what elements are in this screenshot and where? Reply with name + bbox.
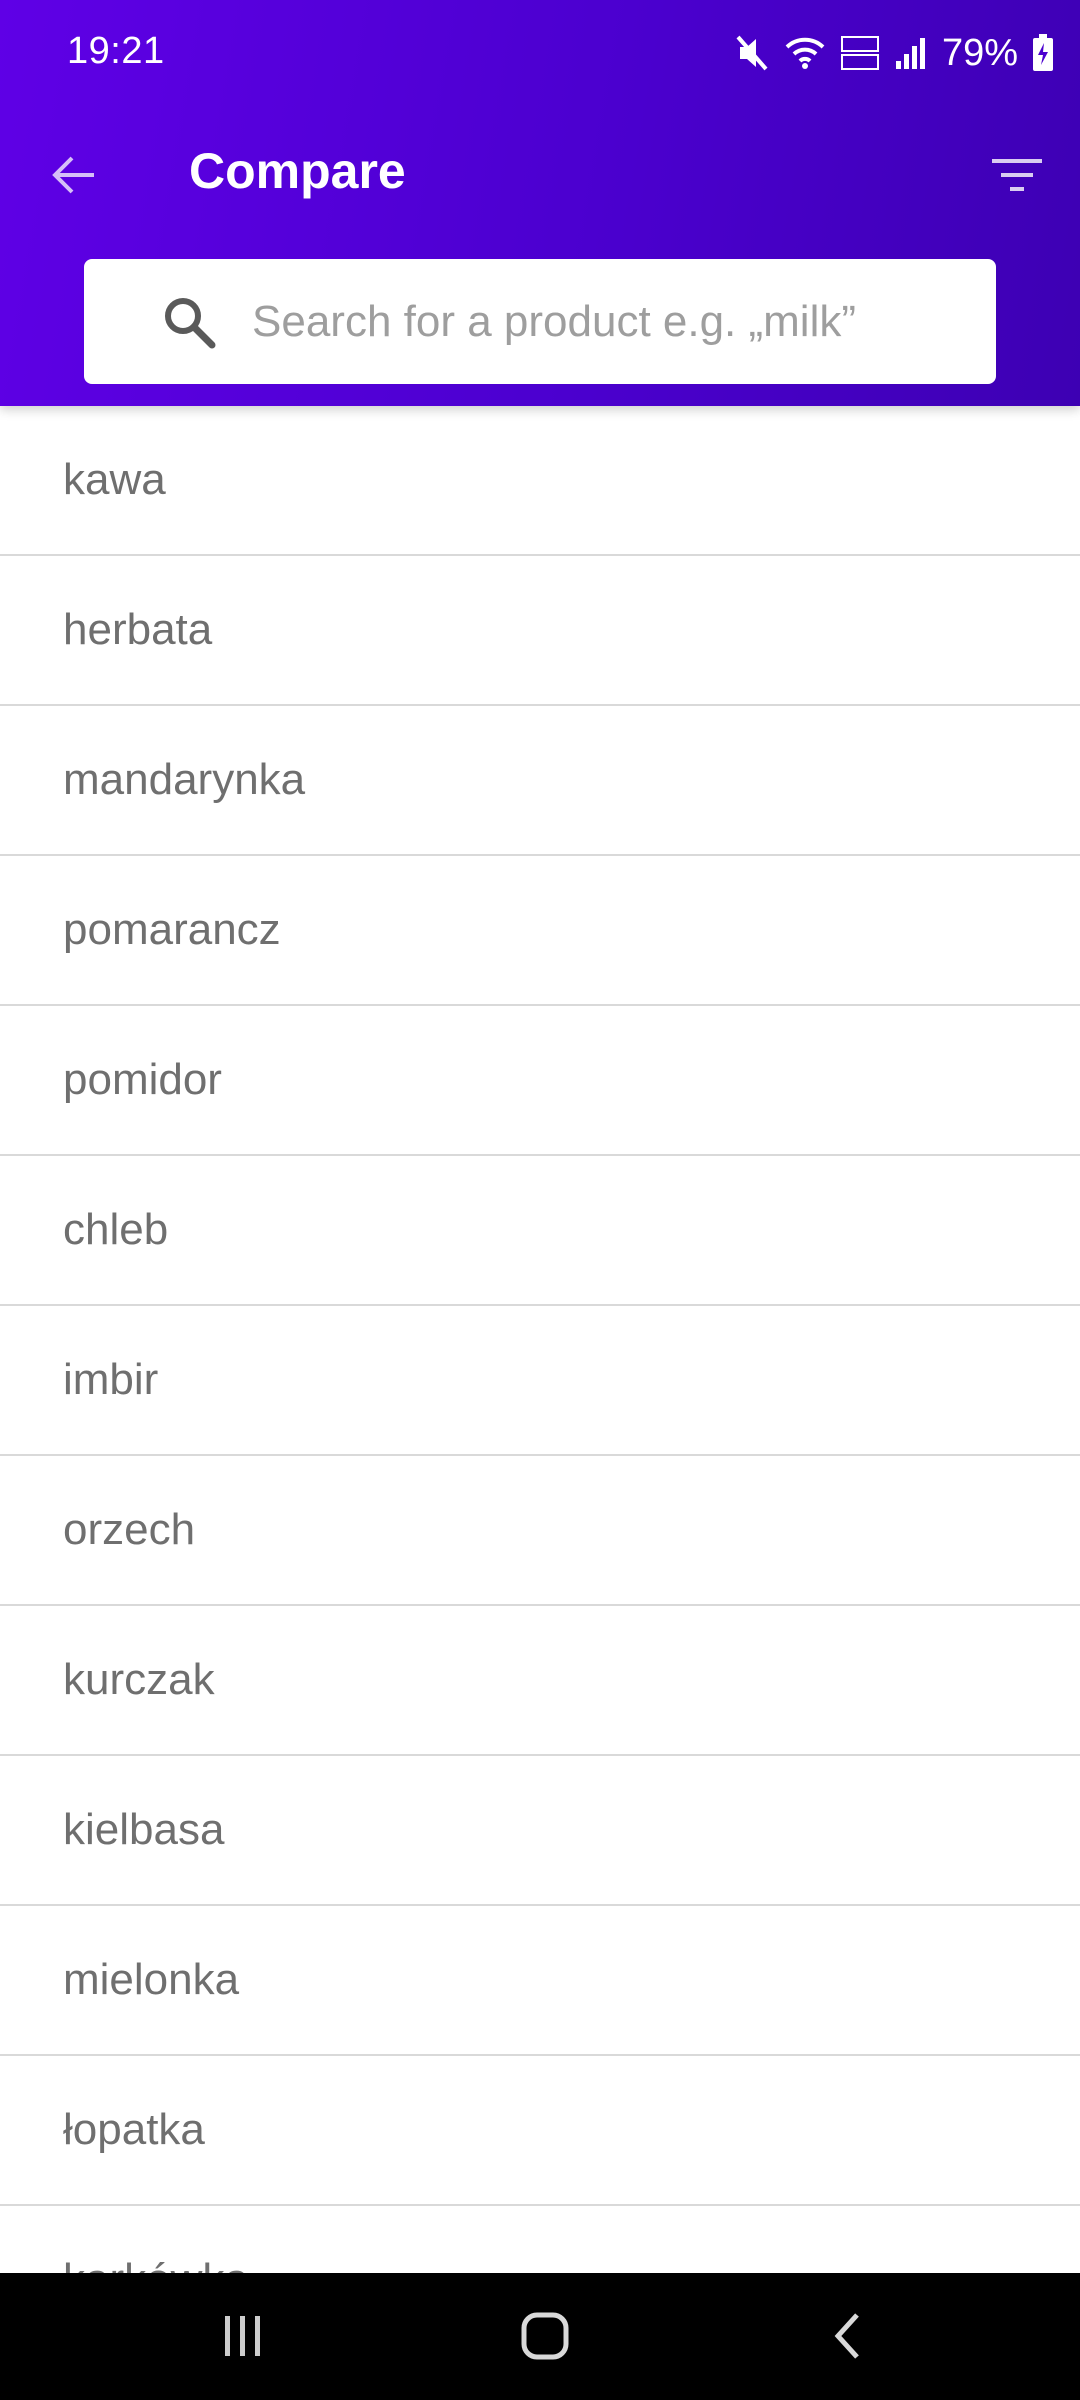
search-icon [165,298,216,349]
list-item[interactable]: chleb [0,1156,1080,1306]
list-item-label: herbata [63,605,213,654]
signal-icon [895,38,925,69]
volte-icon [840,36,879,70]
navigation-bar [0,2273,1080,2400]
wifi-icon [785,37,825,69]
list-item-label: pomidor [63,1055,222,1104]
list-item-label: mandarynka [63,755,306,804]
list-item-label: kawa [63,455,166,504]
system-back-button[interactable] [808,2303,888,2369]
list-item[interactable]: herbata [0,556,1080,706]
status-time: 19:21 [67,30,165,72]
list-item[interactable]: karkówka [0,2206,1080,2273]
list-item[interactable]: imbir [0,1306,1080,1456]
battery-charging-icon [1033,34,1053,71]
list-item[interactable]: pomidor [0,1006,1080,1156]
search-input[interactable] [252,259,972,384]
list-item[interactable]: mielonka [0,1906,1080,2056]
arrow-back-icon [52,156,94,194]
list-item[interactable]: łopatka [0,2056,1080,2206]
recent-apps-icon [225,2316,260,2356]
list-item-label: imbir [63,1355,159,1404]
home-icon [521,2312,569,2360]
list-item[interactable]: pomarancz [0,856,1080,1006]
back-icon [834,2313,859,2359]
list-item-label: kielbasa [63,1805,225,1854]
back-button[interactable] [38,140,108,210]
app-bar: Compare [0,120,1080,230]
product-list: kawa herbata mandarynka pomarancz pomidor chl… [0,406,1080,2273]
list-item[interactable]: kawa [0,406,1080,556]
list-item[interactable]: orzech [0,1456,1080,1606]
home-button[interactable] [505,2303,585,2369]
list-item[interactable]: mandarynka [0,706,1080,856]
recent-apps-button[interactable] [203,2303,283,2369]
status-icons: 79% [720,28,1054,78]
status-bar: 19:21 79% [0,0,1080,110]
list-item-label: karkówka [63,2255,249,2273]
list-item-label: kurczak [63,1655,215,1704]
search-box[interactable] [84,259,996,384]
list-item-label: pomarancz [63,905,281,954]
list-item-label: mielonka [63,1955,240,2004]
filter-icon [992,159,1042,191]
list-item-label: orzech [63,1505,196,1554]
list-item[interactable]: kurczak [0,1606,1080,1756]
battery-percentage: 79% [941,31,1018,74]
list-item[interactable]: kielbasa [0,1756,1080,1906]
page-title: Compare [189,143,406,199]
filter-button[interactable] [982,140,1052,210]
mute-icon [736,35,768,71]
list-item-label: łopatka [63,2105,205,2154]
list-item-label: chleb [63,1205,169,1254]
header: 19:21 79% Compare Search for a product e… [0,0,1080,406]
